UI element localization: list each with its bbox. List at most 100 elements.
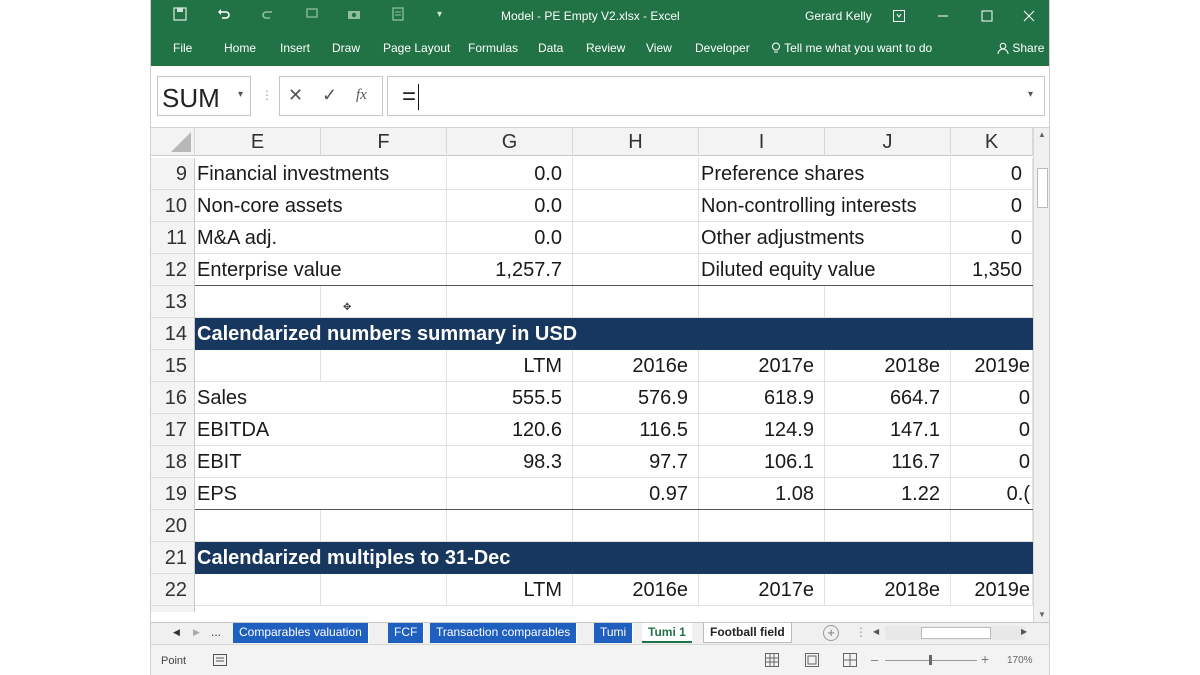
redo-icon[interactable] — [261, 7, 275, 21]
tab-scroll-left-icon[interactable]: ◀ — [173, 627, 180, 638]
sheet-tab-fcf[interactable]: FCF — [388, 623, 425, 643]
column-header-h[interactable]: H — [573, 128, 699, 156]
enter-icon[interactable]: ✓ — [322, 85, 337, 106]
sheet-tab-comparables-valuation[interactable]: Comparables valuation — [233, 623, 369, 643]
row-header[interactable]: 12 — [151, 254, 195, 286]
row-header[interactable]: 10 — [151, 190, 195, 222]
cell-empty[interactable] — [699, 286, 825, 318]
cell-empty[interactable] — [321, 510, 447, 542]
worksheet-grid[interactable]: E F G H I J K 9 Financial investments 0.… — [151, 128, 1033, 612]
cell-empty[interactable] — [447, 286, 573, 318]
scroll-up-icon[interactable]: ▲ — [1038, 130, 1046, 139]
cell-value[interactable]: 1,257.7 — [447, 254, 573, 286]
save-icon[interactable] — [173, 7, 187, 21]
expand-formula-icon[interactable]: ▾ — [1028, 89, 1033, 100]
share-button[interactable]: Share — [997, 41, 1044, 55]
name-box[interactable]: SUM ▾ — [157, 76, 251, 116]
tab-draw[interactable]: Draw — [332, 41, 360, 55]
cell-value[interactable]: 147.1 — [825, 414, 951, 446]
close-icon[interactable] — [1015, 4, 1043, 28]
sheet-tab-transaction-comparables[interactable]: Transaction comparables — [430, 623, 578, 643]
cell-empty[interactable] — [195, 350, 321, 382]
row-header[interactable]: 16 — [151, 382, 195, 414]
cell-label[interactable]: EBIT — [195, 446, 447, 478]
zoom-level[interactable]: 170% — [1007, 655, 1033, 666]
scroll-thumb[interactable] — [1037, 168, 1048, 208]
cell-empty[interactable] — [699, 510, 825, 542]
cell-empty[interactable] — [573, 286, 699, 318]
cell-value[interactable]: 576.9 — [573, 382, 699, 414]
period-header[interactable]: 2017e — [699, 350, 825, 382]
cell-label[interactable]: Non-controlling interests — [699, 190, 951, 222]
cell-empty[interactable] — [321, 574, 447, 606]
tab-developer[interactable]: Developer — [695, 41, 750, 55]
cell-label[interactable]: Diluted equity value — [699, 254, 951, 286]
macro-recording-icon[interactable] — [213, 653, 227, 671]
add-sheet-icon[interactable]: + — [823, 625, 839, 641]
cell-value[interactable]: 98.3 — [447, 446, 573, 478]
row-header[interactable]: 20 — [151, 510, 195, 542]
period-header[interactable]: 2017e — [699, 574, 825, 606]
maximize-icon[interactable] — [973, 4, 1001, 28]
cell-value[interactable]: 116.7 — [825, 446, 951, 478]
cell-value[interactable]: 0.( — [951, 478, 1033, 510]
row-header[interactable]: 19 — [151, 478, 195, 510]
hscroll-thumb[interactable] — [921, 627, 991, 639]
touch-mode-icon[interactable] — [305, 7, 319, 21]
cell-label[interactable]: Other adjustments — [699, 222, 951, 254]
row-header[interactable] — [151, 606, 195, 612]
cell-value[interactable]: 0.97 — [573, 478, 699, 510]
ribbon-display-options-icon[interactable] — [885, 4, 913, 28]
zoom-in-icon[interactable]: + — [981, 651, 989, 667]
scroll-down-icon[interactable]: ▼ — [1038, 610, 1046, 619]
sheet-tab-tumi-1[interactable]: Tumi 1 — [642, 623, 692, 643]
cell-empty[interactable] — [321, 286, 447, 318]
tell-me-search[interactable]: Tell me what you want to do — [771, 41, 932, 55]
column-header-j[interactable]: J — [825, 128, 951, 156]
cell-empty[interactable] — [825, 510, 951, 542]
cell-empty[interactable] — [195, 574, 321, 606]
page-break-view-icon[interactable] — [843, 653, 857, 672]
period-header[interactable]: 2019e — [951, 350, 1033, 382]
cell-label[interactable]: M&A adj. — [195, 222, 447, 254]
cell-label[interactable]: Enterprise value — [195, 254, 447, 286]
row-header[interactable]: 13 — [151, 286, 195, 318]
period-header[interactable]: 2018e — [825, 574, 951, 606]
cell-value[interactable]: 0 — [951, 190, 1033, 222]
cell-value[interactable]: 1.08 — [699, 478, 825, 510]
cell-value[interactable]: 0 — [951, 446, 1033, 478]
tab-file[interactable]: File — [173, 41, 192, 55]
row-header[interactable]: 14 — [151, 318, 195, 350]
normal-view-icon[interactable] — [765, 653, 779, 672]
hscroll-right-icon[interactable]: ▶ — [1021, 627, 1027, 636]
cell-value[interactable]: 0 — [951, 222, 1033, 254]
cell-value[interactable]: 120.6 — [447, 414, 573, 446]
cell-value[interactable]: 106.1 — [699, 446, 825, 478]
sheet-tab-football-field[interactable]: Football field — [703, 623, 792, 643]
tab-data[interactable]: Data — [538, 41, 563, 55]
cell-label[interactable]: Preference shares — [699, 158, 951, 190]
section-banner[interactable]: Calendarized numbers summary in USD — [195, 318, 1033, 350]
tab-splitter-icon[interactable]: ⋮ — [855, 625, 867, 639]
insert-function-icon[interactable]: fx — [356, 87, 367, 104]
cell-value[interactable]: 0.0 — [447, 158, 573, 190]
cell-empty[interactable] — [195, 286, 321, 318]
cell-value[interactable]: 116.5 — [573, 414, 699, 446]
zoom-slider[interactable] — [885, 655, 977, 665]
cell-label[interactable]: EPS — [195, 478, 447, 510]
cell-value[interactable]: 618.9 — [699, 382, 825, 414]
row-header[interactable]: 22 — [151, 574, 195, 606]
column-header-k[interactable]: K — [951, 128, 1033, 156]
tab-view[interactable]: View — [646, 41, 672, 55]
period-header[interactable]: LTM — [447, 350, 573, 382]
cell-value[interactable]: 97.7 — [573, 446, 699, 478]
tab-review[interactable]: Review — [586, 41, 625, 55]
cancel-icon[interactable]: ✕ — [288, 85, 303, 106]
cell-value[interactable]: 1,350 — [951, 254, 1033, 286]
hscroll-left-icon[interactable]: ◀ — [873, 627, 879, 636]
cell-label[interactable]: Financial investments — [195, 158, 447, 190]
cell-empty[interactable] — [573, 190, 699, 222]
cell-empty[interactable] — [447, 510, 573, 542]
row-header[interactable]: 21 — [151, 542, 195, 574]
select-all-button[interactable] — [151, 128, 195, 156]
